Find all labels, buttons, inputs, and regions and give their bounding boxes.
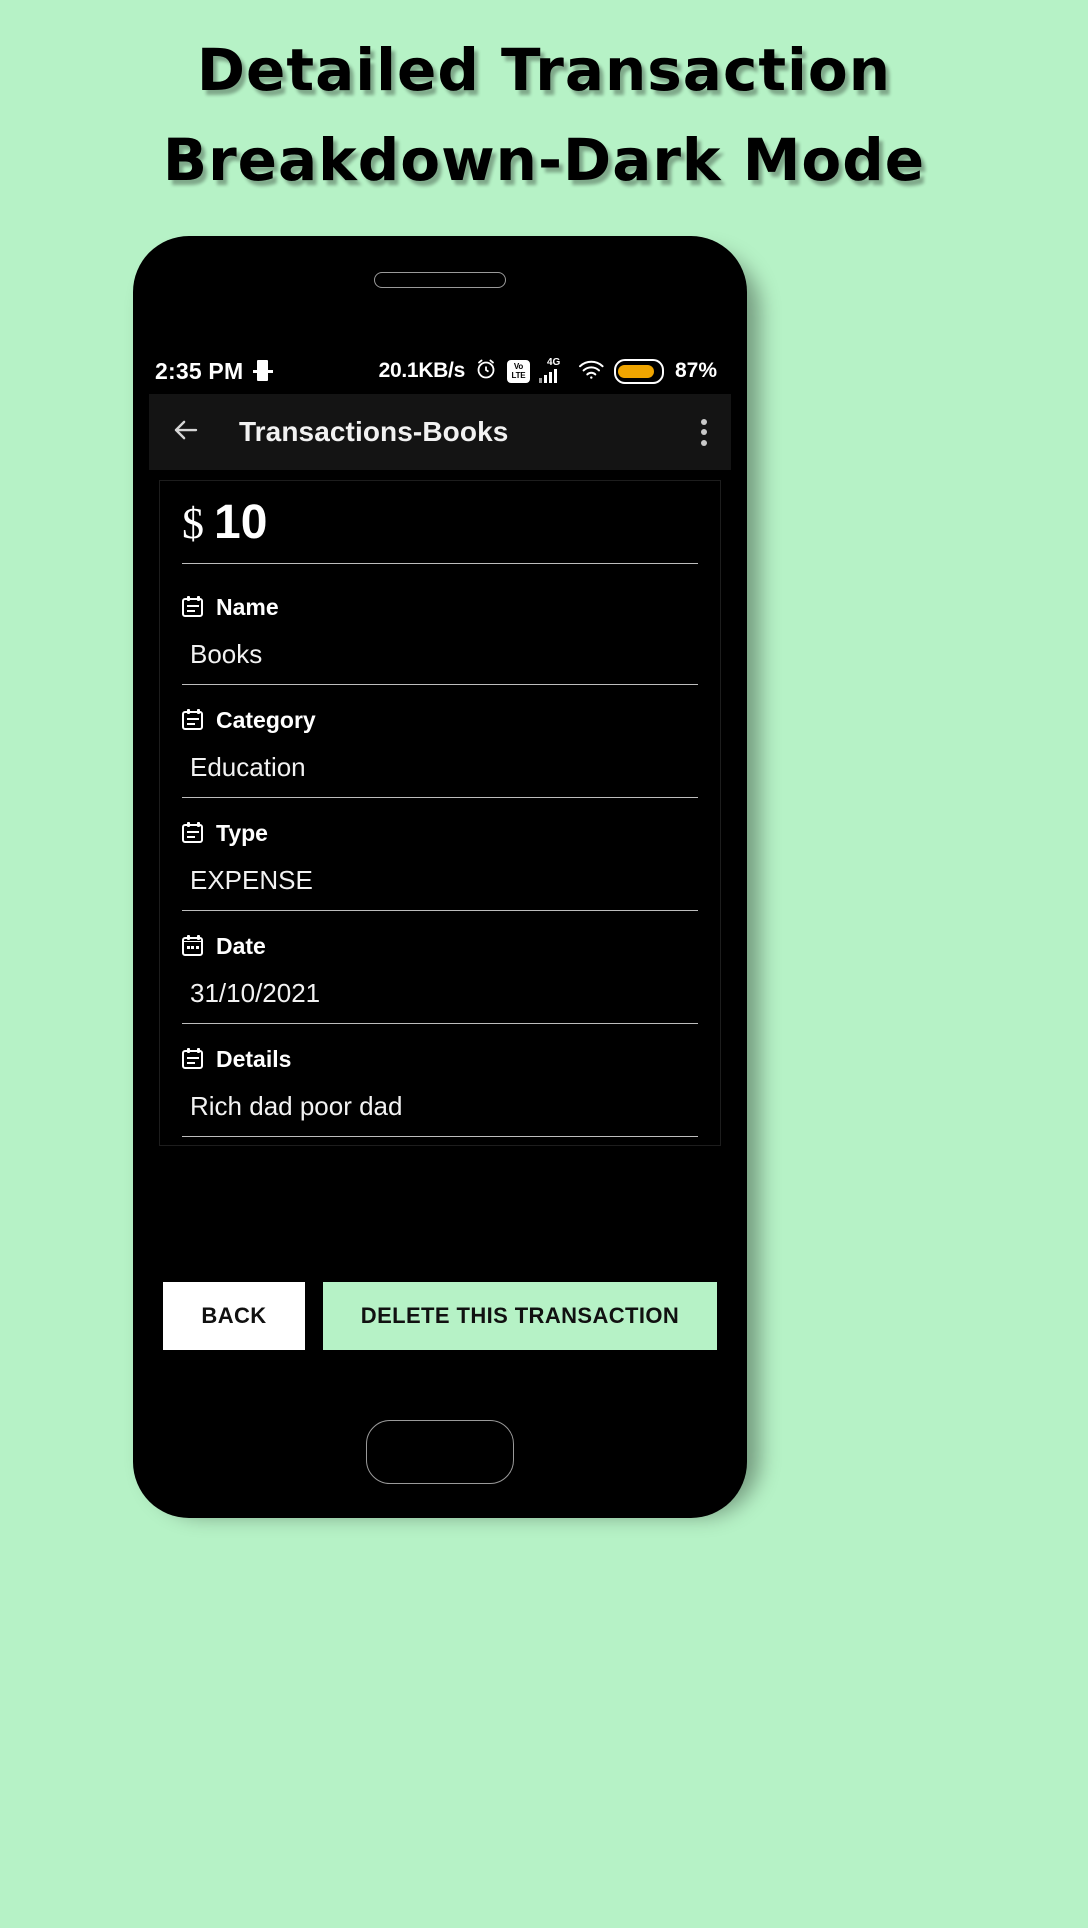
status-time: 2:35 PM bbox=[155, 357, 244, 384]
note-icon bbox=[182, 822, 205, 845]
field-name-label: Name bbox=[216, 594, 279, 620]
field-category-label-row: Category bbox=[182, 707, 698, 734]
status-bar: 2:35 PM 20.1KB/s Vo LTE 4G 87% bbox=[149, 348, 731, 394]
signal-bars bbox=[538, 369, 558, 383]
field-details-label: Details bbox=[216, 1046, 292, 1072]
wifi-icon bbox=[578, 358, 605, 385]
alarm-clock-icon bbox=[474, 357, 498, 386]
field-category-value[interactable]: Education bbox=[182, 734, 698, 798]
field-category-label: Category bbox=[216, 707, 316, 733]
field-details-value[interactable]: Rich dad poor dad bbox=[182, 1073, 698, 1137]
field-name-value[interactable]: Books bbox=[182, 621, 698, 685]
battery-percent: 87% bbox=[674, 359, 717, 382]
amount-field[interactable]: $ 10 bbox=[182, 499, 698, 564]
field-name: Name Books bbox=[160, 572, 720, 685]
battery-icon bbox=[613, 358, 664, 384]
signal-bars-icon: 4G bbox=[538, 357, 569, 384]
field-category: Category Education bbox=[160, 685, 720, 798]
field-date-label: Date bbox=[216, 933, 266, 959]
volte-icon: Vo LTE bbox=[506, 359, 530, 383]
volte-top: Vo bbox=[513, 362, 524, 371]
network-generation-label: 4G bbox=[546, 357, 561, 368]
transaction-detail-content: $ 10 Name Books Category Education Type … bbox=[149, 480, 731, 1354]
sim-card-icon bbox=[253, 359, 274, 383]
page-title-line-1: Detailed Transaction bbox=[196, 36, 892, 104]
field-details-label-row: Details bbox=[182, 1046, 698, 1073]
status-bar-right: 20.1KB/s Vo LTE 4G 87% bbox=[379, 357, 717, 386]
amount-row: $ 10 bbox=[160, 481, 720, 572]
field-date-value[interactable]: 31/10/2021 bbox=[182, 960, 698, 1024]
field-type: Type EXPENSE bbox=[160, 798, 720, 911]
volte-bottom: LTE bbox=[511, 371, 526, 380]
back-button[interactable]: BACK bbox=[163, 1282, 305, 1350]
note-icon bbox=[182, 1048, 205, 1071]
amount-value: 10 bbox=[214, 496, 268, 549]
earpiece-speaker bbox=[374, 272, 506, 288]
field-date-label-row: Date bbox=[182, 933, 698, 960]
delete-transaction-button[interactable]: DELETE THIS TRANSACTION bbox=[323, 1282, 717, 1350]
page-title: Detailed Transaction Breakdown-Dark Mode bbox=[0, 26, 1088, 206]
kebab-menu-icon[interactable] bbox=[695, 413, 713, 452]
field-type-value[interactable]: EXPENSE bbox=[182, 847, 698, 911]
arrow-left-icon[interactable] bbox=[171, 415, 201, 450]
phone-screen: 2:35 PM 20.1KB/s Vo LTE 4G 87% Transacti… bbox=[149, 348, 731, 1354]
app-bar: Transactions-Books bbox=[149, 394, 731, 470]
home-button[interactable] bbox=[366, 1420, 514, 1484]
phone-frame: 2:35 PM 20.1KB/s Vo LTE 4G 87% Transacti… bbox=[133, 236, 747, 1518]
action-bar: BACK DELETE THIS TRANSACTION bbox=[149, 1268, 731, 1354]
field-name-label-row: Name bbox=[182, 594, 698, 621]
calendar-icon bbox=[182, 935, 205, 958]
note-icon bbox=[182, 709, 205, 732]
currency-symbol: $ bbox=[182, 499, 204, 548]
note-icon bbox=[182, 596, 205, 619]
transaction-card: $ 10 Name Books Category Education Type … bbox=[159, 480, 721, 1146]
field-type-label: Type bbox=[216, 820, 268, 846]
status-bar-left: 2:35 PM bbox=[155, 357, 274, 385]
battery-fill bbox=[617, 364, 654, 378]
field-details: Details Rich dad poor dad bbox=[160, 1024, 720, 1137]
app-bar-title: Transactions-Books bbox=[239, 416, 509, 447]
field-type-label-row: Type bbox=[182, 820, 698, 847]
page-title-line-2: Breakdown-Dark Mode bbox=[162, 125, 926, 194]
network-speed: 20.1KB/s bbox=[378, 359, 466, 382]
field-date: Date 31/10/2021 bbox=[160, 911, 720, 1024]
